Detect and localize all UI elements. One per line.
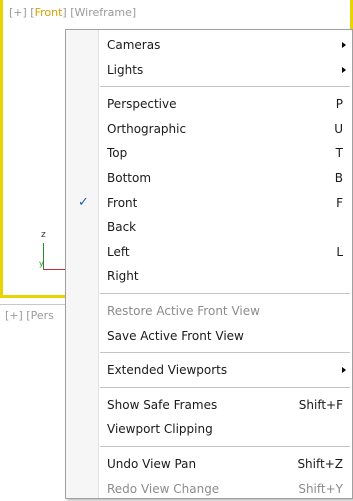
menu-item-shortcut: Shift+Y [298, 482, 343, 496]
submenu-arrow-icon [342, 42, 346, 48]
menu-item-save-active-front-view[interactable]: Save Active Front View [66, 324, 352, 348]
menu-item-label: Right [107, 269, 139, 283]
menu-item-shortcut: P [335, 97, 343, 111]
menu-item-label: Front [107, 196, 138, 210]
viewport-view-name[interactable]: Front [35, 6, 63, 19]
menu-item-label: Bottom [107, 171, 152, 185]
viewport-label[interactable]: [+] [Front] [Wireframe] [9, 6, 136, 19]
menu-separator [100, 293, 350, 294]
menu-item-bottom[interactable]: Bottom B [66, 166, 352, 190]
menu-item-shortcut: T [335, 146, 343, 160]
viewport-label-close: ] [131, 6, 137, 19]
menu-item-label: Top [107, 146, 128, 160]
menu-item-back[interactable]: Back [66, 215, 352, 239]
viewport-shading-mode[interactable]: Wireframe [75, 6, 132, 19]
menu-item-perspective[interactable]: Perspective P [66, 92, 352, 116]
menu-separator [100, 386, 350, 388]
menu-item-label: Cameras [107, 38, 161, 52]
menu-item-label: Back [107, 220, 137, 234]
menu-item-extended-viewports[interactable]: Extended Viewports [66, 358, 352, 382]
submenu-arrow-icon [342, 367, 346, 373]
menu-separator [100, 86, 350, 88]
viewport-label-bottom[interactable]: [+] [Pers [5, 309, 54, 322]
viewport-label-separator: ] [ [62, 6, 75, 19]
menu-item-shortcut: B [334, 171, 343, 185]
menu-item-label: Save Active Front View [107, 329, 244, 343]
menu-separator [100, 446, 350, 447]
menu-item-right[interactable]: Right [66, 264, 352, 288]
menu-item-lights[interactable]: Lights [66, 58, 352, 82]
checkmark-icon: ✓ [78, 195, 89, 210]
menu-item-shortcut: Shift+F [298, 398, 343, 412]
menu-item-left[interactable]: Left L [66, 240, 352, 264]
menu-item-cameras[interactable]: Cameras [66, 33, 352, 57]
menu-separator [100, 352, 350, 354]
menu-item-shortcut: L [336, 245, 343, 259]
menu-item-label: Restore Active Front View [107, 304, 260, 318]
menu-item-viewport-clipping[interactable]: Viewport Clipping [66, 417, 352, 441]
menu-item-shortcut: F [336, 196, 343, 210]
menu-item-undo-view-pan[interactable]: Undo View Pan Shift+Z [66, 452, 352, 476]
menu-item-label: Left [107, 245, 130, 259]
menu-item-label: Undo View Pan [107, 457, 197, 471]
axis-y-label: y [39, 259, 44, 268]
menu-item-top[interactable]: Top T [66, 141, 352, 165]
menu-item-show-safe-frames[interactable]: Show Safe Frames Shift+F [66, 393, 352, 417]
menu-item-restore-active-front-view: Restore Active Front View [66, 299, 352, 323]
menu-item-front[interactable]: ✓ Front F [66, 191, 352, 215]
menu-item-orthographic[interactable]: Orthographic U [66, 117, 352, 141]
menu-item-label: Perspective [107, 97, 177, 111]
menu-item-label: Redo View Change [107, 482, 220, 496]
menu-item-label: Show Safe Frames [107, 398, 218, 412]
menu-item-shortcut: Shift+Z [297, 457, 343, 471]
menu-item-shortcut: U [334, 122, 343, 136]
viewport-context-menu: Cameras Lights Perspective P Orthographic U To… [65, 29, 353, 499]
menu-item-label: Orthographic [107, 122, 187, 136]
viewport-menu-bracket[interactable]: [+] [ [9, 6, 35, 19]
axis-z-label: z [41, 230, 46, 240]
menu-item-label: Extended Viewports [107, 363, 228, 377]
submenu-arrow-icon [342, 67, 346, 73]
menu-item-redo-view-change: Redo View Change Shift+Y [66, 477, 352, 501]
menu-item-label: Viewport Clipping [107, 422, 213, 436]
menu-item-label: Lights [107, 63, 144, 77]
